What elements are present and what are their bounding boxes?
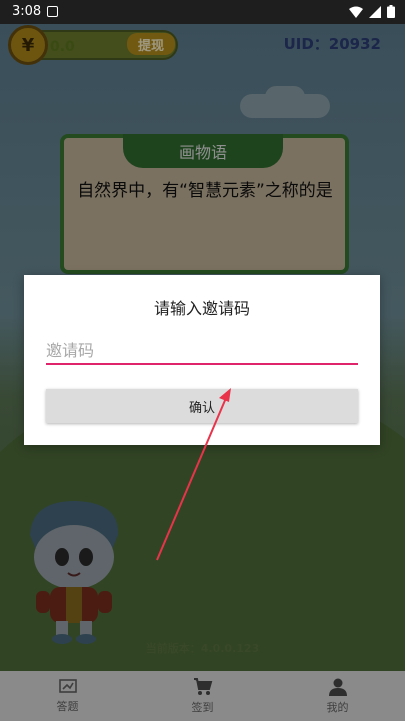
person-icon (328, 678, 347, 696)
nav-item-mine[interactable]: 我的 (270, 671, 405, 721)
wifi-icon (349, 6, 363, 18)
signal-icon (369, 5, 381, 18)
status-icons (349, 5, 395, 18)
invite-code-dialog: 请输入邀请码 确认 (24, 275, 380, 445)
status-time: 3:08 (12, 4, 42, 19)
nav-item-answer[interactable]: 答题 (0, 671, 135, 721)
answer-icon (58, 678, 77, 693)
invite-code-input[interactable] (46, 337, 358, 365)
nav-item-label: 答题 (56, 699, 79, 713)
confirm-button[interactable]: 确认 (46, 389, 358, 423)
notification-icon (47, 6, 58, 17)
nav-item-checkin[interactable]: 签到 (135, 671, 270, 721)
dialog-title: 请输入邀请码 (153, 299, 250, 318)
battery-icon (387, 5, 395, 18)
nav-item-label: 签到 (191, 700, 214, 714)
bottom-nav: 答题 签到 我的 (0, 671, 405, 721)
cart-icon (193, 677, 212, 695)
nav-item-label: 我的 (326, 700, 349, 714)
status-bar: 3:08 (0, 0, 405, 24)
